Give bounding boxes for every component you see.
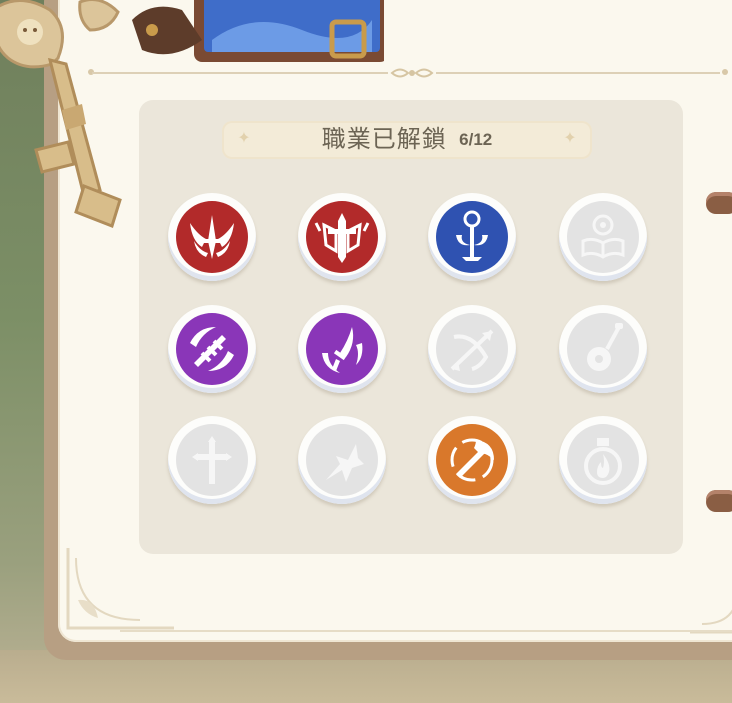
job-badge-book-lamp[interactable] bbox=[559, 193, 647, 281]
blue-holy-staff-icon bbox=[456, 210, 488, 261]
orange-battle-axe-icon bbox=[450, 438, 494, 482]
job-badge-crimson-cross-shield[interactable] bbox=[298, 193, 386, 281]
job-badge-beast-claw[interactable] bbox=[298, 416, 386, 504]
jobs-unlocked-count: 6/12 bbox=[459, 130, 493, 149]
bow-arrow-icon bbox=[450, 329, 494, 371]
job-badge-blue-holy-staff[interactable] bbox=[428, 193, 516, 281]
crimson-sword-wings-icon bbox=[190, 215, 234, 259]
bottom-divider bbox=[120, 630, 732, 632]
binder-clip-bottom bbox=[706, 490, 732, 512]
fire-flask-icon bbox=[584, 438, 622, 485]
job-badge-purple-twin-blades[interactable] bbox=[168, 305, 256, 393]
jobs-unlocked-banner: ✦ ✦ 職業已解鎖 6/12 bbox=[222, 121, 592, 159]
job-badge-orange-battle-axe[interactable] bbox=[428, 416, 516, 504]
job-badge-purple-dagger[interactable] bbox=[298, 305, 386, 393]
job-badge-holy-cross[interactable] bbox=[168, 416, 256, 504]
divider-dot-right bbox=[722, 69, 728, 75]
job-badge-lute[interactable] bbox=[559, 305, 647, 393]
job-badge-bow-arrow[interactable] bbox=[428, 305, 516, 393]
beast-claw-icon bbox=[326, 444, 364, 482]
purple-dagger-icon bbox=[322, 327, 363, 373]
crimson-cross-shield-icon bbox=[314, 213, 370, 263]
key-decoration-icon bbox=[0, 0, 122, 228]
corner-ornament-icon bbox=[66, 548, 174, 630]
job-badge-crimson-sword-wings[interactable] bbox=[168, 193, 256, 281]
divider-ornament-icon bbox=[388, 64, 436, 82]
binder-clip-top bbox=[706, 192, 732, 214]
holy-cross-icon bbox=[192, 436, 232, 484]
jobs-unlocked-title: 職業已解鎖 bbox=[321, 126, 447, 153]
lute-icon bbox=[587, 323, 623, 371]
character-portrait-art bbox=[132, 0, 384, 62]
corner-ornament-icon bbox=[690, 609, 732, 634]
purple-twin-blades-icon bbox=[190, 327, 234, 371]
job-badge-fire-flask[interactable] bbox=[559, 416, 647, 504]
book-lamp-icon bbox=[581, 214, 625, 259]
